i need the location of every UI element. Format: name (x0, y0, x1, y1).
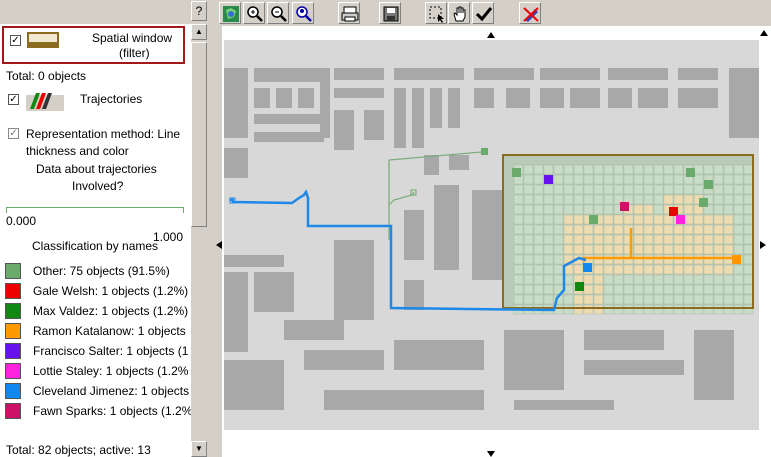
legend-item[interactable]: Cleveland Jimenez: 1 objects (5, 382, 191, 400)
slider-min-tick (6, 207, 7, 213)
object-marker (512, 168, 521, 177)
legend-label: Max Valdez: 1 objects (1.2%) (33, 304, 189, 318)
pan-up-arrow (487, 32, 495, 38)
spatial-window-label: Spatial window (92, 31, 173, 45)
legend-panel: ✓ Spatial window (filter) Total: 0 objec… (0, 0, 191, 457)
legend-label: Cleveland Jimenez: 1 objects (33, 384, 190, 398)
print-icon (341, 6, 359, 22)
object-marker (686, 168, 695, 177)
involved-label: Involved? (72, 179, 124, 193)
zoom-out-button[interactable] (267, 2, 289, 24)
pan-up-right-arrow (760, 30, 768, 36)
legend-item[interactable]: Francisco Salter: 1 objects (1 (5, 342, 191, 360)
zoom-person-button[interactable] (292, 2, 314, 24)
erase-icon (523, 7, 539, 22)
legend-label: Ramon Katalanow: 1 objects (33, 324, 186, 338)
legend-item[interactable]: Ramon Katalanow: 1 objects (5, 322, 191, 340)
map-globe-icon (223, 6, 239, 22)
total-objects-text: Total: 0 objects (6, 69, 87, 83)
legend-label: Fawn Sparks: 1 objects (1.2% (33, 404, 191, 418)
legend-item[interactable]: Fawn Sparks: 1 objects (1.2% (5, 402, 191, 420)
object-marker (575, 282, 584, 291)
trajectories-icon (26, 93, 64, 111)
spatial-window-checkbox[interactable]: ✓ (10, 35, 21, 46)
object-marker (583, 263, 592, 272)
legend-label: Lottie Staley: 1 objects (1.2% (33, 364, 189, 378)
map-canvas[interactable] (224, 40, 759, 430)
pan-down-arrow (487, 451, 495, 457)
legend-item[interactable]: Lottie Staley: 1 objects (1.2% (5, 362, 191, 380)
zoom-person-icon (296, 6, 312, 22)
legend-swatch (5, 303, 21, 319)
legend-swatch (5, 403, 21, 419)
legend-label: Other: 75 objects (91.5%) (33, 264, 170, 278)
object-marker (732, 255, 741, 264)
pan-left-arrow (216, 241, 222, 249)
legend-swatch (5, 363, 21, 379)
panel-header-strip (0, 0, 191, 24)
zoom-in-icon (247, 6, 263, 22)
object-marker (589, 215, 598, 224)
pan-hand-button[interactable] (448, 2, 470, 24)
trajectories-checkbox[interactable]: ✓ (8, 94, 19, 105)
checkmark-button[interactable] (472, 2, 494, 24)
object-marker (699, 198, 708, 207)
object-marker (669, 207, 678, 216)
marker-other-a (481, 148, 488, 155)
legend-swatch (5, 283, 21, 299)
pan-right-arrow (760, 241, 766, 249)
total-active-text: Total: 82 objects; active: 13 (6, 443, 151, 457)
object-marker (676, 215, 685, 224)
representation-checkbox[interactable]: ✓ (8, 128, 19, 139)
representation-sublabel: thickness and color (26, 144, 129, 158)
involved-slider-track[interactable] (6, 207, 184, 208)
spatial-window-icon (27, 32, 59, 48)
erase-button[interactable] (519, 2, 541, 24)
zoom-in-button[interactable] (243, 2, 265, 24)
spatial-window-sublabel: (filter) (119, 46, 150, 60)
zoom-out-icon (271, 6, 287, 22)
slider-min-value: 0.000 (6, 214, 37, 228)
select-region-icon (429, 6, 444, 23)
slider-max-tick (183, 207, 184, 213)
object-marker (544, 175, 553, 184)
scrollbar-thumb[interactable] (191, 42, 207, 227)
legend-swatch (5, 383, 21, 399)
data-about-label: Data about trajectories (36, 162, 157, 176)
legend-swatch (5, 323, 21, 339)
spatial-window-item[interactable]: ✓ Spatial window (filter) (2, 26, 185, 64)
checkmark-icon (475, 7, 493, 22)
legend-label: Francisco Salter: 1 objects (1 (33, 344, 189, 358)
legend-label: Gale Welsh: 1 objects (1.2%) (33, 284, 189, 298)
legend-swatch (5, 343, 21, 359)
classification-title: Classification by names (32, 239, 159, 253)
map-globe-button[interactable] (219, 2, 241, 24)
save-icon (383, 6, 399, 22)
legend-item[interactable]: Other: 75 objects (91.5%) (5, 262, 191, 280)
representation-label: Representation method: Line (26, 127, 181, 141)
save-button[interactable] (379, 2, 401, 24)
select-region-button[interactable] (425, 2, 447, 24)
legend-swatch (5, 263, 21, 279)
scroll-up-button[interactable]: ▲ (191, 24, 207, 40)
help-button[interactable]: ? (191, 1, 207, 21)
legend-item[interactable]: Gale Welsh: 1 objects (1.2%) (5, 282, 191, 300)
map-toolbar (212, 0, 771, 26)
object-marker (704, 180, 713, 189)
legend-item[interactable]: Max Valdez: 1 objects (1.2%) (5, 302, 191, 320)
pan-hand-icon (453, 6, 466, 22)
filter-grid (504, 156, 754, 315)
object-marker (620, 202, 629, 211)
trajectories-label: Trajectories (80, 92, 143, 106)
scroll-down-button[interactable]: ▼ (191, 441, 207, 457)
print-button[interactable] (338, 2, 360, 24)
